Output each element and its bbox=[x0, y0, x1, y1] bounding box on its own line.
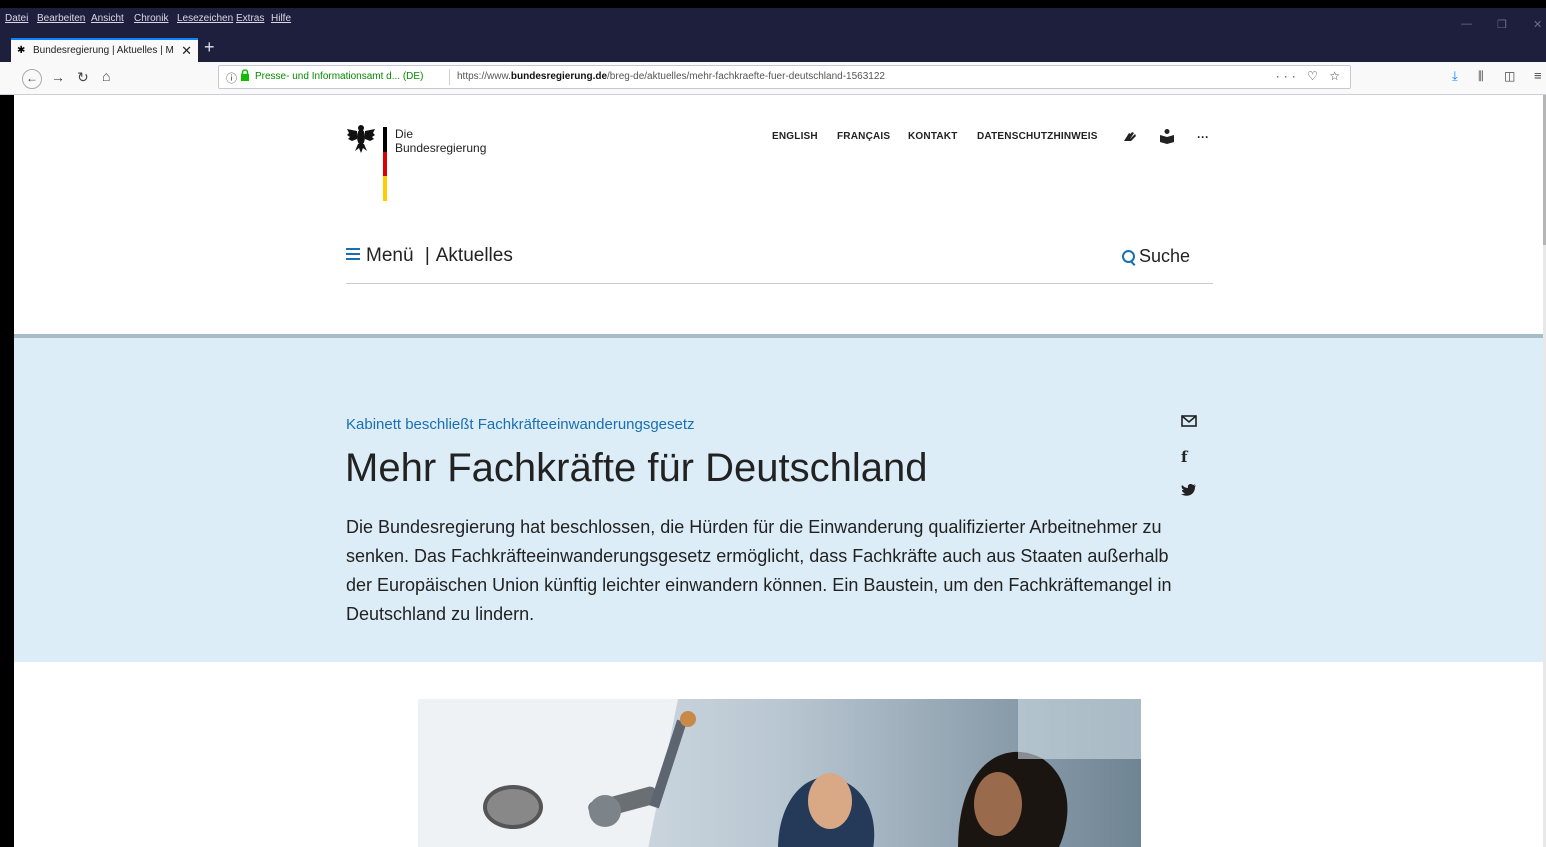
menu-bearbeiten[interactable]: Bearbeiten bbox=[37, 13, 85, 24]
sign-language-icon[interactable] bbox=[1122, 128, 1138, 147]
page-actions-icon[interactable]: ··· bbox=[1276, 69, 1300, 83]
menu-ansicht[interactable]: Ansicht bbox=[91, 13, 124, 24]
facebook-share-icon[interactable]: f bbox=[1181, 448, 1187, 466]
flag-gold bbox=[383, 176, 387, 201]
flag-red bbox=[383, 151, 387, 177]
logo-line-1: Die bbox=[395, 127, 414, 141]
site-identity[interactable]: Presse- und Informationsamt d... (DE) bbox=[255, 71, 423, 82]
bookmark-star-icon[interactable]: ☆ bbox=[1329, 69, 1344, 83]
search-icon bbox=[1122, 250, 1135, 263]
easy-language-icon[interactable] bbox=[1159, 128, 1175, 147]
back-icon[interactable]: ← bbox=[22, 69, 42, 89]
article-headline: Mehr Fachkräfte für Deutschland bbox=[345, 446, 928, 490]
url-prefix: https://www. bbox=[457, 71, 511, 82]
browser-tab[interactable]: ✱ Bundesregierung | Aktuelles | M ✕ bbox=[11, 38, 198, 62]
link-english[interactable]: ENGLISH bbox=[772, 131, 818, 142]
menu-extras[interactable]: Extras bbox=[236, 13, 264, 24]
home-icon[interactable]: ⌂ bbox=[102, 68, 110, 84]
menu-lesezeichen[interactable]: Lesezeichen bbox=[177, 13, 233, 24]
url-domain: bundesregierung.de bbox=[510, 71, 608, 82]
menu-chronik[interactable]: Chronik bbox=[134, 13, 168, 24]
favicon-eagle-icon: ✱ bbox=[17, 45, 26, 56]
site-logo-text[interactable]: Die Bundesregierung bbox=[395, 127, 486, 155]
main-menu: Menü | Aktuelles bbox=[346, 245, 513, 267]
flag-bar bbox=[383, 127, 387, 201]
new-tab-icon[interactable]: + bbox=[204, 38, 215, 56]
close-tab-icon[interactable]: ✕ bbox=[181, 43, 192, 59]
page-actions: ··· ♡ ☆ bbox=[1276, 69, 1344, 83]
federal-eagle-icon[interactable] bbox=[346, 123, 376, 160]
browser-navbar: ← → ↻ ⌂ ⓘ Presse- und Informationsamt d.… bbox=[0, 62, 1546, 95]
article-lead: Die Bundesregierung hat beschlossen, die… bbox=[346, 517, 1172, 624]
menu-datei[interactable]: Datei bbox=[5, 13, 28, 24]
sidebar-icon[interactable]: ◫ bbox=[1504, 69, 1515, 83]
breadcrumb-separator: | bbox=[424, 245, 430, 266]
url-text[interactable]: https://www.bundesregierung.de/breg-de/a… bbox=[457, 71, 885, 82]
search-button[interactable]: Suche bbox=[1122, 246, 1190, 267]
link-francais[interactable]: FRANÇAIS bbox=[837, 131, 890, 142]
lock-icon bbox=[240, 69, 250, 87]
search-label: Suche bbox=[1139, 246, 1191, 266]
more-icon[interactable]: ··· bbox=[1197, 130, 1209, 144]
flag-black bbox=[383, 127, 387, 152]
pocket-icon[interactable]: ♡ bbox=[1307, 69, 1322, 83]
breadcrumb-aktuelles[interactable]: Aktuelles bbox=[436, 245, 513, 266]
logo-line-2: Bundesregierung bbox=[395, 141, 487, 155]
mail-share-icon[interactable] bbox=[1181, 414, 1197, 431]
reload-icon[interactable]: ↻ bbox=[77, 69, 89, 86]
link-datenschutz[interactable]: DATENSCHUTZHINWEIS bbox=[977, 131, 1098, 142]
browser-menubar: Datei Bearbeiten Ansicht Chronik Lesezei… bbox=[0, 8, 1546, 31]
download-icon[interactable]: ⤓ bbox=[1452, 68, 1458, 84]
nav-divider bbox=[346, 283, 1213, 284]
menu-hilfe[interactable]: Hilfe bbox=[271, 13, 291, 24]
link-kontakt[interactable]: KONTAKT bbox=[908, 131, 958, 142]
forward-icon[interactable]: → bbox=[51, 69, 65, 85]
browser-tabbar: ✱ Bundesregierung | Aktuelles | M ✕ + bbox=[0, 28, 1546, 62]
hamburger-icon[interactable]: ≡ bbox=[1534, 68, 1542, 83]
web-page: Die Bundesregierung ENGLISH FRANÇAIS KON… bbox=[14, 95, 1543, 847]
url-bar[interactable]: ⓘ Presse- und Informationsamt d... (DE) … bbox=[218, 65, 1351, 89]
article-header: Kabinett beschließt Fachkräfteeinwanderu… bbox=[14, 334, 1543, 662]
twitter-share-icon[interactable] bbox=[1181, 483, 1197, 501]
article-photo bbox=[418, 699, 1141, 847]
tab-title: Bundesregierung | Aktuelles | M bbox=[33, 45, 173, 56]
menu-icon[interactable] bbox=[346, 245, 360, 263]
article-kicker: Kabinett beschließt Fachkräfteeinwanderu… bbox=[346, 416, 695, 433]
info-icon[interactable]: ⓘ bbox=[226, 70, 237, 86]
url-separator bbox=[449, 69, 450, 85]
menu-button[interactable]: Menü bbox=[366, 245, 414, 266]
library-icon[interactable]: ⫼ bbox=[1478, 69, 1484, 84]
url-path: /breg-de/aktuelles/mehr-fachkraefte-fuer… bbox=[607, 71, 885, 82]
